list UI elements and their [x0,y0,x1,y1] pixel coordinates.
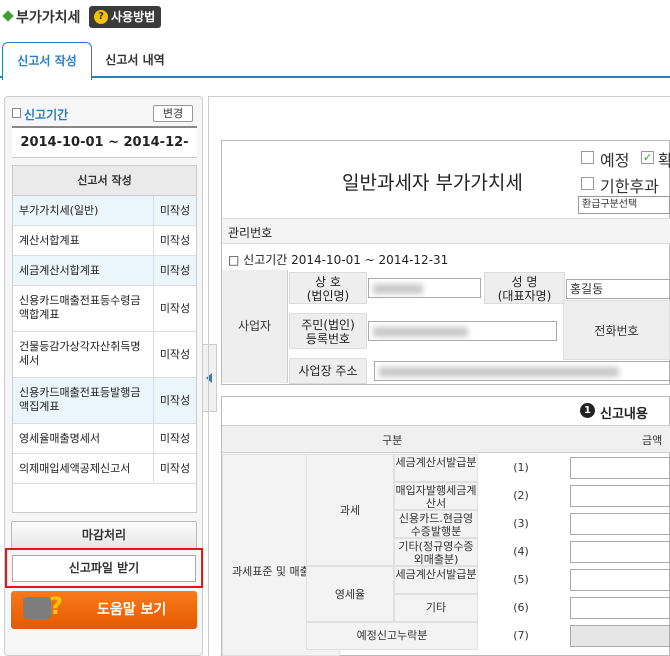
form-name: 신용카드매출전표등수령금액합계표 [19,294,141,321]
form-name: 계산서합계표 [19,234,80,247]
phone-label: 전화번호 [563,300,670,360]
form-status: 미작성 [153,378,196,423]
representative-label: 성 명 (대표자명) [484,272,565,304]
form-row-vat-general[interactable]: 부가가치세(일반) 미작성 [13,196,196,226]
form-status: 미작성 [153,226,196,255]
period-label: 신고기간 [24,108,69,122]
page-header: 부가가치세 ? 사용방법 [0,0,670,36]
form-status: 미작성 [153,454,196,483]
form-name: 신용카드매출전표등발행금액집계표 [19,386,141,413]
tab-report-history[interactable]: 신고서 내역 [96,42,174,78]
form-row-card-issued[interactable]: 신용카드매출전표등발행금액집계표 미작성 [13,378,196,424]
title-bullet-icon [2,10,14,22]
form-row-tax-invoice-summary[interactable]: 세금계산서합계표 미작성 [13,256,196,286]
tab-write-report[interactable]: 신고서 작성 [2,42,92,80]
amount-field-disabled [570,625,670,647]
row-number: (6) [513,601,529,614]
speech-bubble-icon [23,597,51,619]
page-title: 부가가치세 [16,10,81,26]
row-number: (7) [513,629,529,642]
address-field[interactable] [374,361,670,381]
confirm-checkbox[interactable]: ✓ [641,151,654,164]
refund-type-select[interactable]: 환급구분선택 [578,196,670,214]
row-label: 매입자발행세금계산서 [394,482,478,510]
form-status: 미작성 [153,332,196,377]
taxable-label: 과세 [306,454,394,566]
form-status: 미작성 [153,286,196,331]
period-value: 2014-10-01 ~ 2014-12-31 [12,126,197,180]
amount-field[interactable] [570,485,670,507]
company-name-label: 상 호 (법인명) [289,272,367,304]
amount-field[interactable] [570,513,670,535]
row-number: (1) [513,461,529,474]
row-number: (4) [513,545,529,558]
help-label: 도움말 보기 [97,602,167,618]
form-row-card-receipt[interactable]: 신용카드매출전표등수령금액합계표 미작성 [13,286,196,332]
row-label: 기타(정규영수증외매출분) [394,538,478,566]
business-label: 사업자 [222,270,288,383]
question-icon: ? [94,10,108,24]
row-number: (5) [513,573,529,586]
late-filing-label: 기한후과 [600,177,659,196]
form-name: 영세율매출명세서 [19,432,100,445]
row-label: 세금계산서발급분 [394,454,478,482]
usage-guide-label: 사용방법 [111,10,156,24]
late-filing-checkbox[interactable] [581,177,594,190]
row-number: (3) [513,517,529,530]
report-period-line: □ 신고기간 2014-10-01 ~ 2014-12-31 [228,253,449,267]
form-row-invoice-summary[interactable]: 계산서합계표 미작성 [13,226,196,256]
form-name: 부가가치세(일반) [19,204,99,217]
tab-bar: 신고서 작성 신고서 내역 [0,42,670,80]
form-row-deemed-input[interactable]: 의제매입세액공제신고서 미작성 [13,454,196,484]
row-label: 예정신고누락분 [306,622,478,650]
row-label: 세금계산서발급분 [394,566,478,594]
amount-field[interactable] [570,457,670,479]
download-report-file-button[interactable]: 신고파일 받기 [12,555,196,582]
form-title: 일반과세자 부가가치세 [342,172,523,194]
question-mark-icon: ? [49,592,63,620]
row-number: (2) [513,489,529,502]
report-content-title: 1 신고내용 [580,403,648,422]
column-amount: 금액 [642,434,663,447]
section-number-badge: 1 [580,403,595,418]
form-name: 건물등감가상각자산취득명세서 [19,340,141,367]
address-label: 사업장 주소 [289,358,367,384]
scheduled-label: 예정 [600,151,630,170]
amount-field[interactable] [570,541,670,563]
help-button[interactable]: ? 도움말 보기 [11,591,197,629]
form-row-depreciation[interactable]: 건물등감가상각자산취득명세서 미작성 [13,332,196,378]
management-number-row: 관리번호 [222,218,670,244]
registration-number-field[interactable] [368,321,557,341]
form-name: 의제매입세액공제신고서 [19,462,131,475]
amount-field[interactable] [570,597,670,619]
period-icon [12,108,21,118]
representative-field[interactable]: 홍길동 [566,279,670,299]
form-status: 미작성 [153,196,196,225]
form-list-header: 신고서 작성 [13,166,196,196]
form-row-zero-rate[interactable]: 영세율매출명세서 미작성 [13,424,196,454]
column-category: 구분 [382,434,403,447]
change-period-button[interactable]: 변경 [153,105,193,122]
management-number-label: 관리번호 [228,226,273,240]
report-table-header: 구분 금액 [222,425,670,453]
zero-rate-label: 영세율 [306,566,394,622]
form-status: 미작성 [153,424,196,453]
scheduled-checkbox[interactable] [581,151,594,164]
amount-field[interactable] [570,569,670,591]
confirm-label: 확 [658,151,670,170]
usage-guide-button[interactable]: ? 사용방법 [89,6,161,28]
form-status: 미작성 [153,256,196,285]
company-name-field[interactable] [368,278,481,298]
registration-number-label: 주민(법인) 등록번호 [289,313,367,349]
form-name: 세금계산서합계표 [19,264,100,277]
form-list: 신고서 작성 부가가치세(일반) 미작성 계산서합계표 미작성 세금계산서합계표… [12,165,197,513]
row-label: 기타 [394,594,478,622]
close-filing-button[interactable]: 마감처리 [11,521,197,550]
row-label: 신용카드.현금영수증발행분 [394,510,478,538]
